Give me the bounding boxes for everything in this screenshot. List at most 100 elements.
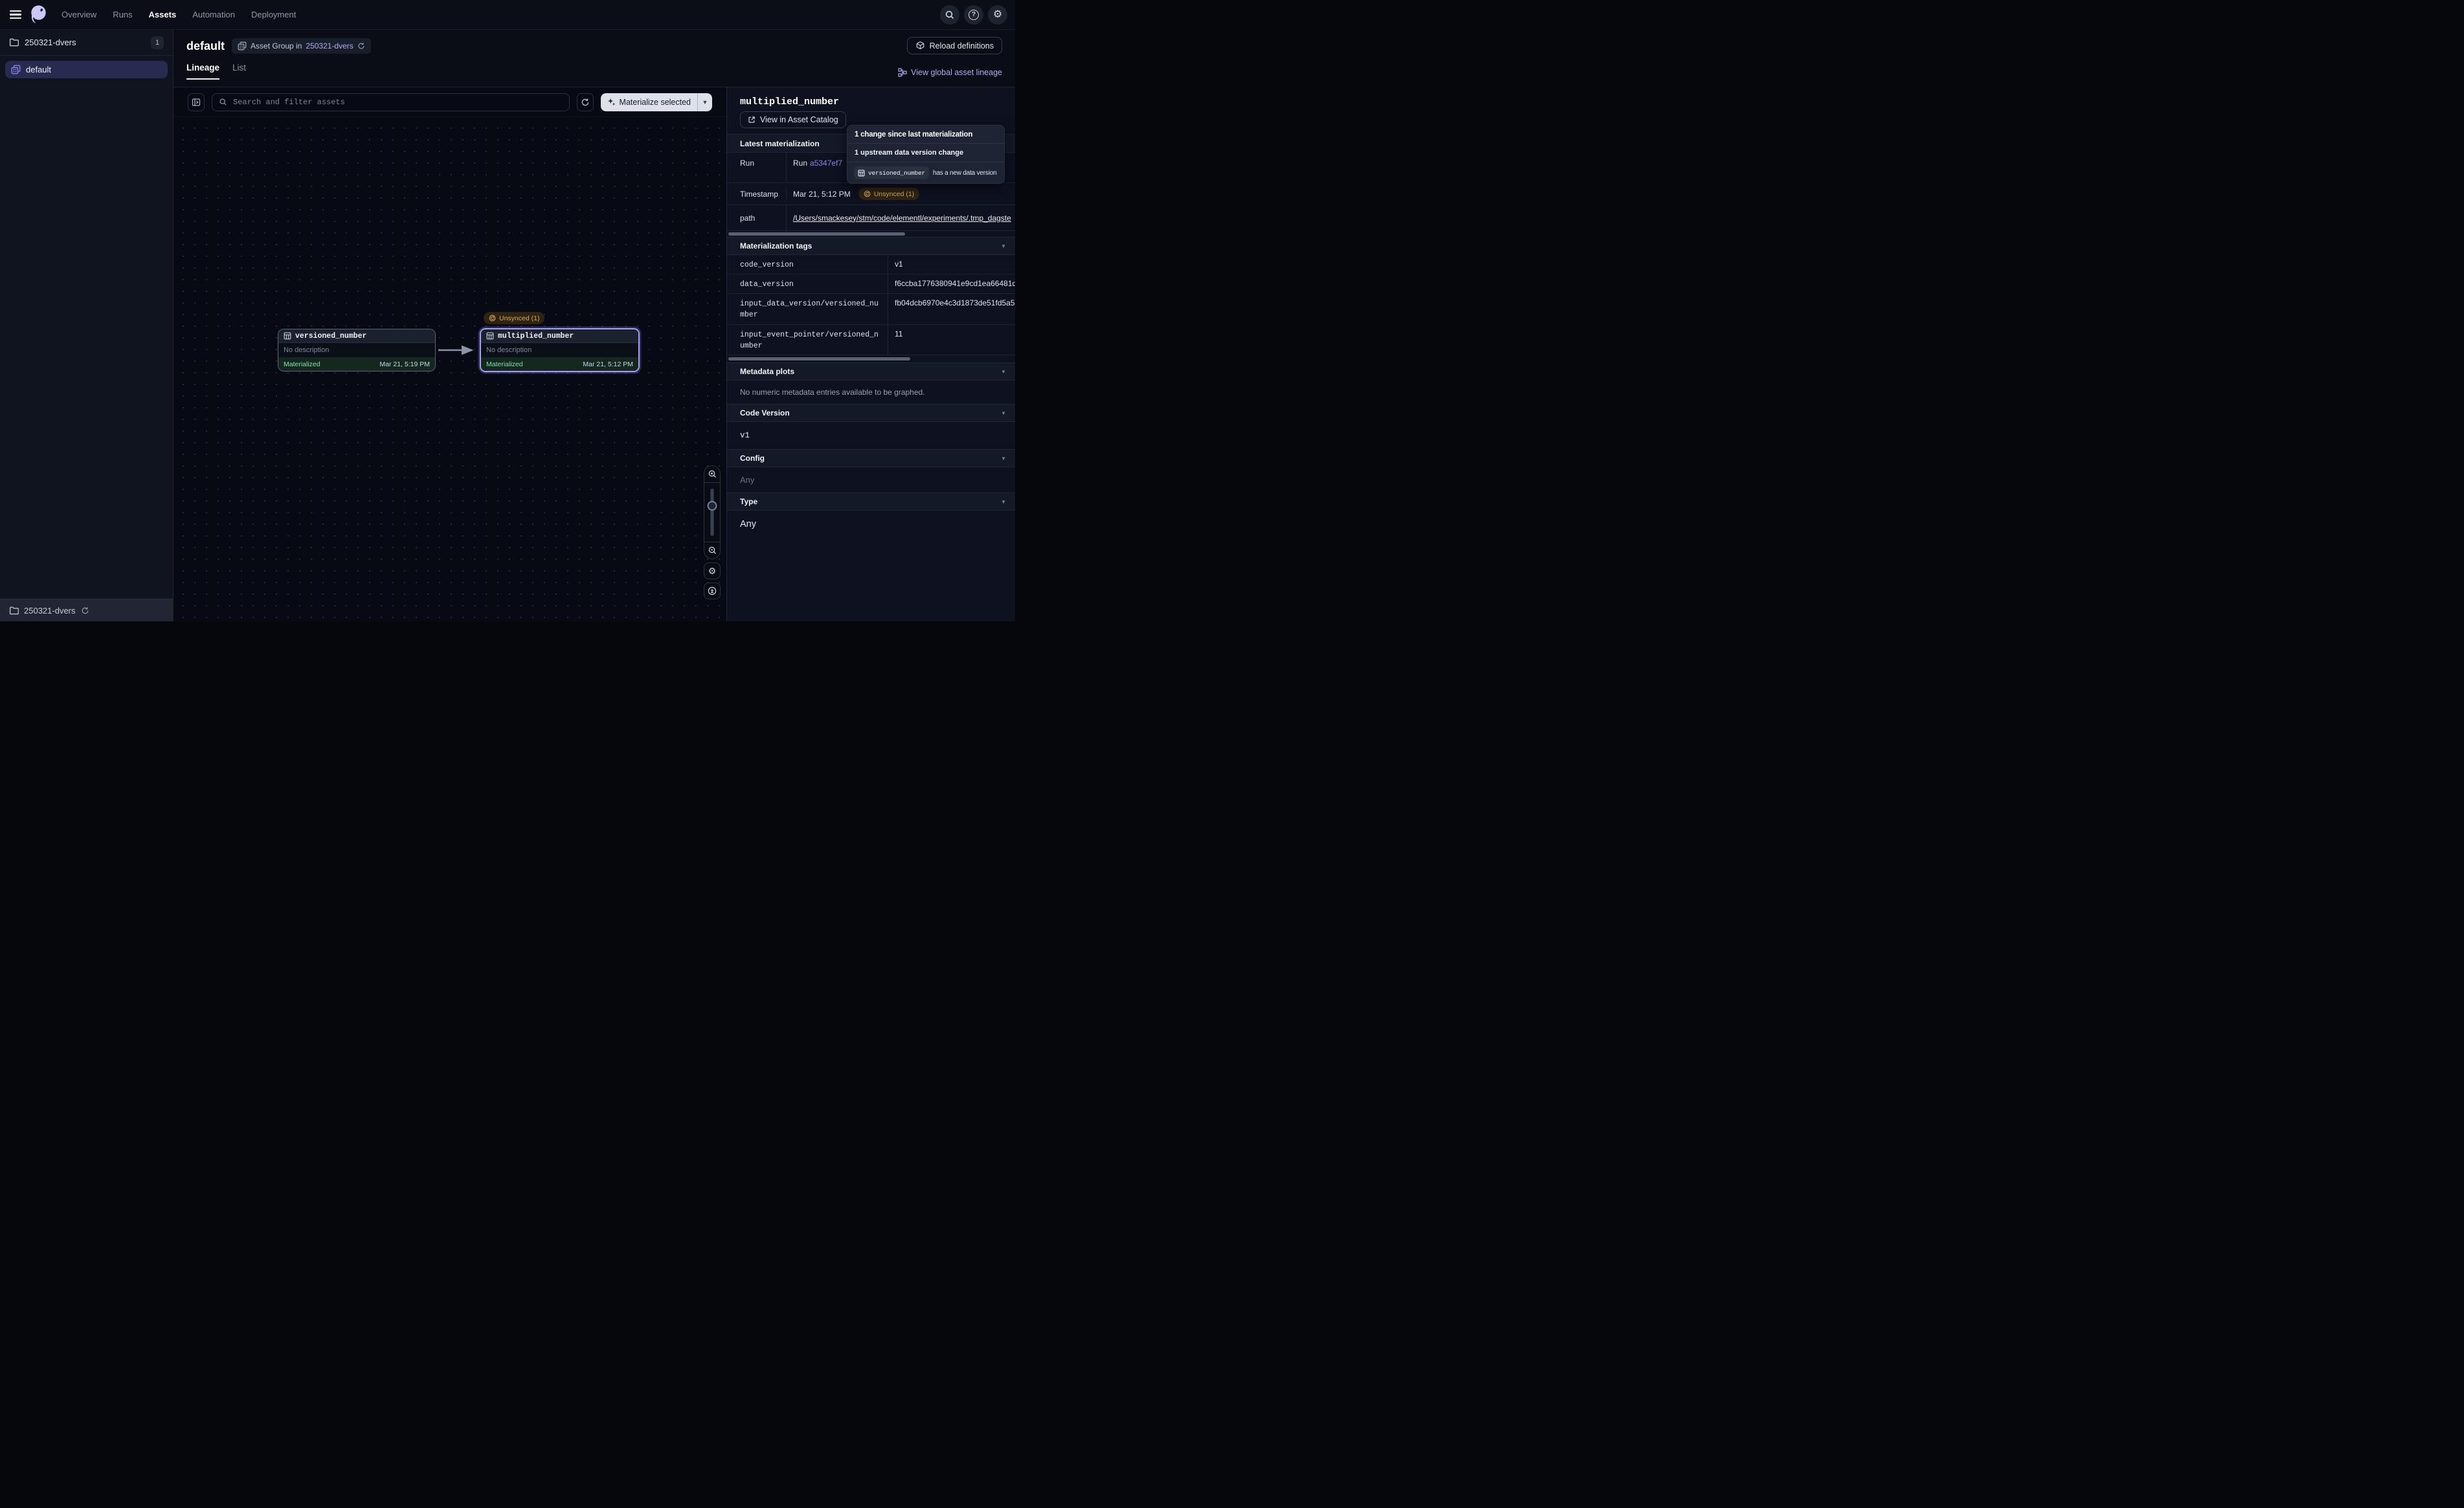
nav-right-actions: ? ⚙	[940, 5, 1007, 25]
zoom-in-button[interactable]	[704, 466, 720, 482]
lineage-canvas[interactable]: Materialize selected ▼	[174, 87, 726, 621]
asset-group-chip[interactable]: Asset Group in 250321-dvers	[232, 38, 371, 54]
metadata-plots-empty-text: No numeric metadata entries available to…	[727, 381, 1015, 404]
sidebar-group-250321-dvers[interactable]: 250321-dvers 1	[0, 30, 173, 56]
sidebar-footer-label: 250321-dvers	[24, 606, 76, 615]
top-nav: Overview Runs Assets Automation Deployme…	[0, 0, 1015, 30]
folder-icon	[9, 606, 19, 615]
unsynced-badge-label: Unsynced (1)	[874, 190, 914, 198]
caret-down-icon[interactable]: ▼	[1001, 499, 1006, 505]
section-metadata-plots[interactable]: Metadata plots ▼	[727, 362, 1015, 381]
caret-down-icon[interactable]: ▼	[1001, 369, 1006, 375]
app-window: Overview Runs Assets Automation Deployme…	[0, 0, 1015, 621]
path-link[interactable]: /Users/smackesey/stm/code/elementl/exper…	[793, 214, 1011, 223]
sidebar: 250321-dvers 1 default 250321-dvers	[0, 30, 174, 621]
timestamp-row: Timestamp Mar 21, 5:12 PM Unsynced (1)	[727, 183, 1015, 205]
change-summary-popup: 1 change since last materialization 1 up…	[847, 125, 1005, 184]
tag-key: data_version	[727, 274, 888, 293]
zoom-out-button[interactable]	[704, 542, 720, 559]
nav-item-deployment[interactable]: Deployment	[251, 10, 296, 19]
asset-node-timestamp: Mar 21, 5:19 PM	[379, 360, 430, 368]
timestamp-value: Mar 21, 5:12 PM	[793, 190, 851, 199]
tab-lineage[interactable]: Lineage	[186, 63, 219, 80]
search-button[interactable]	[940, 5, 959, 25]
section-config[interactable]: Config ▼	[727, 449, 1015, 467]
code-version-value: v1	[727, 422, 1015, 449]
lineage-graph-icon	[898, 68, 907, 77]
zoom-slider-thumb[interactable]	[708, 501, 717, 511]
cube-reload-icon	[915, 41, 925, 50]
sync-status-icon	[864, 190, 871, 197]
section-materialization-tags[interactable]: Materialization tags ▼	[727, 237, 1015, 255]
section-heading: Config	[740, 454, 765, 463]
section-heading: Latest materialization	[740, 139, 820, 148]
chip-label: versioned_number	[868, 170, 925, 177]
horizontal-scrollbar[interactable]	[728, 357, 910, 360]
horizontal-scroll-zone	[727, 355, 1015, 362]
chip-prefix: Asset Group in	[251, 41, 302, 50]
section-heading: Metadata plots	[740, 367, 794, 376]
caret-down-icon[interactable]: ▼	[1001, 410, 1006, 416]
tag-value: v1	[888, 255, 1015, 274]
unsynced-badge[interactable]: Unsynced (1)	[858, 188, 919, 200]
asset-node-name: versioned_number	[295, 332, 366, 340]
unsynced-badge[interactable]: Unsynced (1)	[484, 312, 544, 324]
section-code-version[interactable]: Code Version ▼	[727, 404, 1015, 422]
tag-key: input_event_pointer/versioned_number	[727, 325, 888, 355]
download-graph-button[interactable]	[704, 582, 721, 599]
help-button[interactable]: ?	[964, 5, 983, 25]
nav-item-runs[interactable]: Runs	[113, 10, 132, 19]
asset-node-description: No description	[481, 343, 638, 357]
zoom-slider[interactable]	[704, 482, 720, 542]
external-link-icon	[748, 116, 756, 124]
type-value: Any	[727, 511, 1015, 538]
gear-icon: ⚙	[708, 566, 717, 575]
dagster-logo[interactable]	[27, 3, 50, 26]
section-type[interactable]: Type ▼	[727, 493, 1015, 511]
nav-item-automation[interactable]: Automation	[192, 10, 235, 19]
caret-down-icon[interactable]: ▼	[1001, 456, 1006, 461]
asset-node-multiplied-number[interactable]: multiplied_number No description Materia…	[480, 328, 640, 372]
horizontal-scrollbar[interactable]	[728, 232, 905, 236]
view-global-asset-lineage-link[interactable]: View global asset lineage	[898, 68, 1002, 77]
graph-settings-button[interactable]: ⚙	[704, 562, 721, 579]
download-icon	[708, 586, 717, 595]
versioned-number-chip[interactable]: versioned_number	[854, 166, 929, 179]
refresh-icon[interactable]	[81, 606, 89, 615]
nav-items: Overview Runs Assets Automation Deployme…	[62, 10, 296, 19]
unsynced-badge-label: Unsynced (1)	[499, 315, 539, 322]
asset-node-versioned-number[interactable]: versioned_number No description Material…	[278, 329, 436, 371]
sidebar-item-label: default	[26, 65, 51, 74]
tag-row: data_version f6ccba1776380941e9cd1ea6648…	[727, 274, 1015, 294]
reload-definitions-label: Reload definitions	[930, 41, 994, 50]
nav-item-overview[interactable]: Overview	[62, 10, 96, 19]
refresh-icon[interactable]	[357, 42, 365, 50]
path-row-label: path	[727, 205, 786, 230]
tag-row: input_data_version/versioned_number fb04…	[727, 294, 1015, 325]
table-icon	[858, 170, 865, 177]
page-title: default	[186, 39, 225, 53]
gear-icon: ⚙	[993, 10, 1002, 20]
section-heading: Code Version	[740, 408, 790, 417]
reload-definitions-button[interactable]: Reload definitions	[907, 37, 1002, 54]
tag-key: input_data_version/versioned_number	[727, 294, 888, 324]
zoom-in-icon	[708, 469, 717, 479]
asset-node-status: Materialized	[284, 360, 320, 368]
chip-repo-link[interactable]: 250321-dvers	[306, 41, 353, 50]
sidebar-item-default[interactable]: default	[5, 61, 168, 78]
section-heading: Materialization tags	[740, 241, 812, 250]
view-in-asset-catalog-button[interactable]: View in Asset Catalog	[740, 111, 846, 128]
zoom-out-icon	[708, 546, 717, 555]
tab-list[interactable]: List	[232, 63, 246, 80]
tag-value: f6ccba1776380941e9cd1ea66481d	[888, 274, 1015, 293]
sidebar-footer: 250321-dvers	[0, 599, 173, 621]
hamburger-menu-icon[interactable]	[10, 10, 21, 19]
nav-item-assets[interactable]: Assets	[149, 10, 177, 19]
zoom-slider-track[interactable]	[711, 489, 714, 536]
caret-down-icon[interactable]: ▼	[1001, 243, 1006, 249]
run-id-link[interactable]: a5347ef7	[810, 159, 842, 168]
config-value: Any	[727, 467, 1015, 493]
settings-button[interactable]: ⚙	[988, 5, 1007, 25]
run-prefix: Run	[793, 159, 807, 168]
tag-key: code_version	[727, 255, 888, 274]
